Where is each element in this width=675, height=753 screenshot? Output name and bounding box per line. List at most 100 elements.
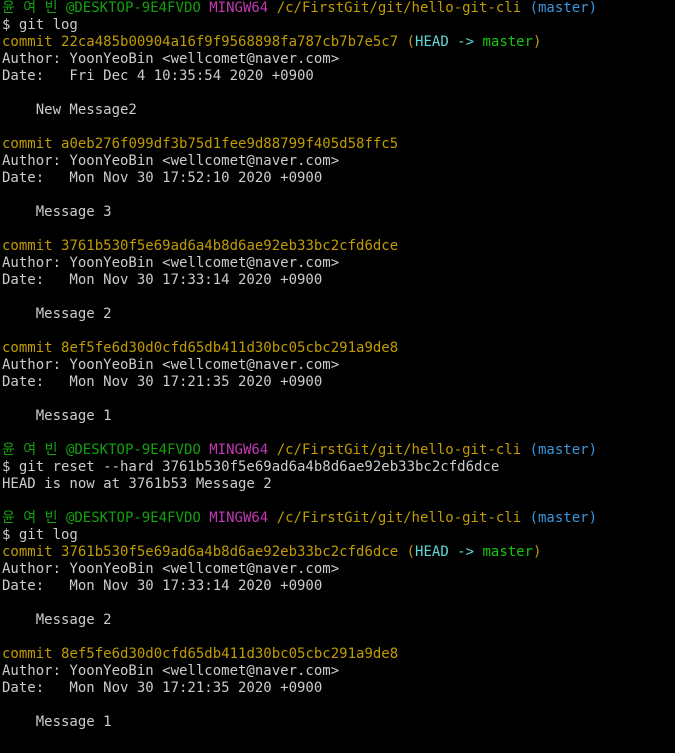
shell-prompt-line: 윤 여 빈 @DESKTOP-9E4FVDO MINGW64 /c/FirstG…	[2, 0, 673, 17]
output-text: Date: Mon Nov 30 17:21:35 2020 +0900	[2, 680, 323, 696]
output-line: Date: Mon Nov 30 17:52:10 2020 +0900	[2, 170, 673, 187]
prompt-branch: (master)	[529, 510, 597, 526]
prompt-env: MINGW64	[209, 510, 269, 526]
commit-label: commit	[2, 238, 62, 254]
output-line: Author: YoonYeoBin <wellcomet@naver.com>	[2, 561, 673, 578]
output-text: New Message2	[2, 102, 137, 118]
shell-prompt-line: 윤 여 빈 @DESKTOP-9E4FVDO MINGW64 /c/FirstG…	[2, 442, 673, 459]
output-line: Author: YoonYeoBin <wellcomet@naver.com>	[2, 255, 673, 272]
terminal-window[interactable]: 윤 여 빈 @DESKTOP-9E4FVDO MINGW64 /c/FirstG…	[0, 0, 675, 753]
output-line: Message 2	[2, 612, 673, 629]
prompt-host: @DESKTOP-9E4FVDO	[65, 0, 201, 16]
output-line: New Message2	[2, 102, 673, 119]
output-text: Message 1	[2, 714, 112, 730]
ref-arrow: ->	[448, 34, 483, 50]
prompt-path: /c/FirstGit/git/hello-git-cli	[276, 442, 522, 458]
output-text: Date: Fri Dec 4 10:35:54 2020 +0900	[2, 68, 314, 84]
output-line: Message 1	[2, 408, 673, 425]
commit-line: commit a0eb276f099df3b75d1fee9d88799f405…	[2, 136, 673, 153]
prompt-user: 윤 여 빈	[2, 510, 58, 526]
commit-hash: 8ef5fe6d30d0cfd65db411d30bc05cbc291a9de8	[61, 340, 399, 356]
output-line: Date: Mon Nov 30 17:33:14 2020 +0900	[2, 272, 673, 289]
output-text: Author: YoonYeoBin <wellcomet@naver.com>	[2, 51, 340, 67]
output-line: Date: Mon Nov 30 17:33:14 2020 +0900	[2, 578, 673, 595]
commit-line: commit 3761b530f5e69ad6a4b8d6ae92eb33bc2…	[2, 238, 673, 255]
ref-head: HEAD	[415, 544, 449, 560]
commit-line: commit 3761b530f5e69ad6a4b8d6ae92eb33bc2…	[2, 544, 673, 561]
output-text: Date: Mon Nov 30 17:33:14 2020 +0900	[2, 272, 323, 288]
command-line: $ git reset --hard 3761b530f5e69ad6a4b8d…	[2, 459, 673, 476]
output-text: Date: Mon Nov 30 17:33:14 2020 +0900	[2, 578, 323, 594]
commit-hash: 22ca485b00904a16f9f9568898fa787cb7b7e5c7	[61, 34, 399, 50]
commit-label: commit	[2, 34, 62, 50]
prompt-user: 윤 여 빈	[2, 442, 58, 458]
ref-master: master	[482, 544, 534, 560]
commit-hash: 8ef5fe6d30d0cfd65db411d30bc05cbc291a9de8	[61, 646, 399, 662]
prompt-env: MINGW64	[209, 0, 269, 16]
ref-close: )	[533, 544, 542, 560]
output-line: Message 3	[2, 204, 673, 221]
prompt-branch: (master)	[529, 442, 597, 458]
output-text: Author: YoonYeoBin <wellcomet@naver.com>	[2, 357, 340, 373]
command-line: $ git log	[2, 17, 673, 34]
prompt-env: MINGW64	[209, 442, 269, 458]
commit-line: commit 8ef5fe6d30d0cfd65db411d30bc05cbc2…	[2, 646, 673, 663]
prompt-path: /c/FirstGit/git/hello-git-cli	[276, 0, 522, 16]
prompt-host: @DESKTOP-9E4FVDO	[65, 442, 201, 458]
commit-hash: a0eb276f099df3b75d1fee9d88799f405d58ffc5	[61, 136, 399, 152]
prompt-host: @DESKTOP-9E4FVDO	[65, 510, 201, 526]
output-line: Message 1	[2, 714, 673, 731]
output-text: HEAD is now at 3761b53 Message 2	[2, 476, 272, 492]
output-line: HEAD is now at 3761b53 Message 2	[2, 476, 673, 493]
prompt-branch: (master)	[529, 0, 597, 16]
commit-label: commit	[2, 340, 62, 356]
commit-label: commit	[2, 544, 62, 560]
output-text: Author: YoonYeoBin <wellcomet@naver.com>	[2, 663, 340, 679]
output-text: Author: YoonYeoBin <wellcomet@naver.com>	[2, 255, 340, 271]
output-text: Date: Mon Nov 30 17:21:35 2020 +0900	[2, 374, 323, 390]
prompt-path: /c/FirstGit/git/hello-git-cli	[276, 510, 522, 526]
output-text: Message 3	[2, 204, 112, 220]
ref-master: master	[482, 34, 534, 50]
output-line: Date: Mon Nov 30 17:21:35 2020 +0900	[2, 374, 673, 391]
output-text: Message 2	[2, 306, 112, 322]
command-text: $ git log	[2, 527, 78, 543]
output-line: Date: Mon Nov 30 17:21:35 2020 +0900	[2, 680, 673, 697]
ref-open: (	[398, 34, 416, 50]
output-text: Author: YoonYeoBin <wellcomet@naver.com>	[2, 561, 340, 577]
command-text: $ git log	[2, 17, 78, 33]
ref-arrow: ->	[448, 544, 483, 560]
ref-close: )	[533, 34, 542, 50]
output-line: Author: YoonYeoBin <wellcomet@naver.com>	[2, 51, 673, 68]
output-line: Author: YoonYeoBin <wellcomet@naver.com>	[2, 663, 673, 680]
output-line: Author: YoonYeoBin <wellcomet@naver.com>	[2, 153, 673, 170]
commit-label: commit	[2, 646, 62, 662]
output-text: Message 2	[2, 612, 112, 628]
command-line: $ git log	[2, 527, 673, 544]
output-text: Date: Mon Nov 30 17:52:10 2020 +0900	[2, 170, 323, 186]
shell-prompt-line: 윤 여 빈 @DESKTOP-9E4FVDO MINGW64 /c/FirstG…	[2, 510, 673, 527]
output-text: Author: YoonYeoBin <wellcomet@naver.com>	[2, 153, 340, 169]
commit-line: commit 22ca485b00904a16f9f9568898fa787cb…	[2, 34, 673, 51]
output-text: Message 1	[2, 408, 112, 424]
